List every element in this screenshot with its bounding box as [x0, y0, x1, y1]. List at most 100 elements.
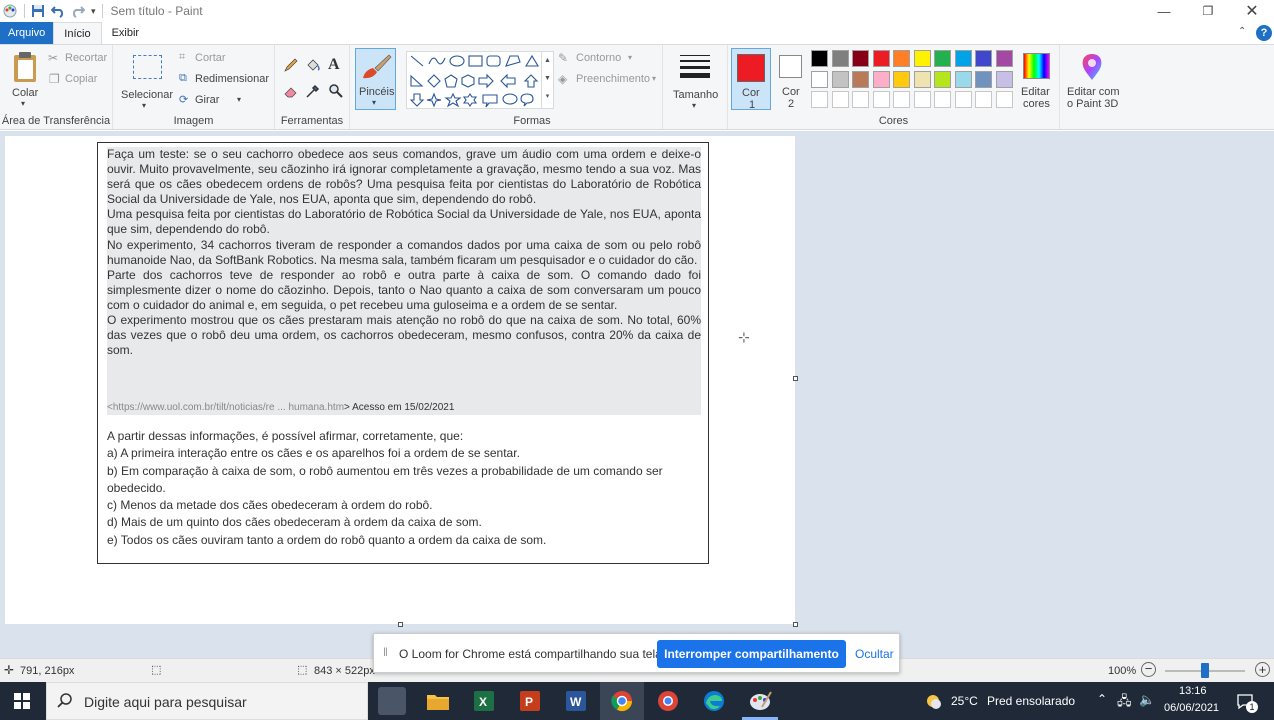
palette-color-swatch[interactable] — [913, 50, 931, 67]
size-button[interactable]: Tamanho ▾ — [668, 49, 722, 111]
start-button[interactable] — [0, 682, 46, 720]
palette-color-swatch[interactable] — [831, 50, 849, 67]
scissors-icon: ✂ — [48, 51, 59, 65]
color-palette — [811, 50, 1016, 110]
passage-paragraph: Faça um teste: se o seu cachorro obedece… — [107, 147, 701, 207]
palette-color-swatch[interactable] — [975, 50, 992, 67]
text-tool-icon[interactable]: A — [328, 56, 340, 74]
paint-taskbar-icon[interactable] — [746, 687, 774, 715]
zoom-in-button[interactable]: + — [1255, 662, 1270, 677]
palette-color-swatch[interactable] — [852, 70, 869, 88]
palette-color-swatch[interactable] — [893, 70, 910, 88]
crop-button[interactable]: ⌗ Cortar — [179, 51, 269, 67]
palette-color-swatch[interactable] — [954, 70, 972, 88]
palette-color-swatch[interactable] — [934, 50, 951, 67]
palette-color-swatch[interactable] — [934, 91, 951, 108]
palette-color-swatch[interactable] — [811, 70, 828, 88]
copy-button[interactable]: ❐ Copiar — [48, 72, 110, 88]
palette-color-swatch[interactable] — [852, 91, 869, 108]
minimize-button[interactable]: — — [1142, 0, 1186, 22]
palette-color-swatch[interactable] — [893, 50, 910, 67]
select-button[interactable]: Selecionar ▾ — [119, 49, 175, 111]
palette-color-swatch[interactable] — [913, 91, 931, 108]
zoom-out-button[interactable]: − — [1141, 662, 1156, 677]
taskbar-search-box[interactable]: Digite aqui para pesquisar — [46, 682, 368, 720]
palette-color-swatch[interactable] — [831, 91, 849, 108]
palette-color-swatch[interactable] — [954, 91, 972, 108]
weather-description[interactable]: Pred ensolarado — [987, 694, 1075, 708]
shapes-scrollbar[interactable]: ▲ ▼ ▾ — [541, 52, 553, 108]
resize-handle-corner[interactable] — [793, 622, 798, 627]
fill-button[interactable]: ◈ Preenchimento ▾ — [558, 72, 658, 88]
edit-colors-button[interactable]: Editar cores — [1017, 48, 1057, 110]
tab-file[interactable]: Arquivo — [0, 22, 54, 44]
paste-button[interactable]: Colar ▾ — [6, 49, 44, 109]
magnifier-icon[interactable] — [328, 83, 344, 99]
color-picker-icon[interactable] — [305, 83, 321, 99]
outline-button[interactable]: ✎ Contorno ▾ — [558, 51, 658, 67]
file-explorer-icon[interactable] — [424, 687, 452, 715]
rotate-dropdown-icon: ▾ — [237, 95, 242, 104]
edit-paint3d-button[interactable]: Editar com o Paint 3D — [1062, 48, 1122, 110]
zoom-level: 100% — [1108, 665, 1137, 677]
word-icon[interactable]: W — [562, 687, 590, 715]
weather-temperature[interactable]: 25°C — [951, 694, 978, 708]
palette-color-swatch[interactable] — [872, 70, 890, 88]
chrome-icon[interactable] — [608, 687, 636, 715]
palette-color-swatch[interactable] — [872, 50, 890, 67]
palette-color-swatch[interactable] — [913, 70, 931, 88]
pasted-image[interactable]: Faça um teste: se o seu cachorro obedece… — [97, 142, 709, 564]
rotate-button[interactable]: ⟳ Girar ▾ — [179, 93, 269, 109]
tab-home[interactable]: Início — [53, 22, 102, 44]
palette-color-swatch[interactable] — [934, 70, 951, 88]
stop-sharing-button[interactable]: Interromper compartilhamento — [657, 640, 846, 668]
collapse-ribbon-icon[interactable]: ⌃ — [1238, 26, 1246, 37]
powerpoint-icon[interactable]: P — [516, 687, 544, 715]
color1-button[interactable]: Cor 1 — [731, 48, 771, 111]
eraser-icon[interactable] — [283, 83, 299, 99]
resize-button[interactable]: ⧉ Redimensionar — [179, 72, 273, 88]
resize-handle-bottom[interactable] — [398, 622, 403, 627]
tab-view[interactable]: Exibir — [102, 22, 150, 44]
color2-button[interactable]: Cor 2 — [774, 48, 808, 110]
close-button[interactable]: ✕ — [1230, 0, 1274, 22]
canvas-size-icon: ⬚ — [297, 664, 308, 676]
taskbar-app-photos-icon[interactable] — [378, 687, 406, 715]
palette-color-swatch[interactable] — [954, 50, 972, 67]
cut-button[interactable]: ✂ Recortar — [48, 51, 110, 67]
chrome-profile-icon[interactable] — [654, 687, 682, 715]
palette-color-swatch[interactable] — [995, 70, 1013, 88]
volume-icon[interactable]: 🔈 — [1139, 692, 1155, 708]
network-icon[interactable]: 🖧 — [1117, 692, 1132, 714]
palette-color-swatch[interactable] — [831, 70, 849, 88]
hide-button[interactable]: Ocultar — [855, 647, 894, 661]
drag-handle-icon[interactable]: ‖ — [383, 645, 388, 659]
clock-time[interactable]: 13:16 — [1179, 685, 1207, 697]
maximize-button[interactable]: ❐ — [1186, 0, 1230, 22]
passage-paragraph: Parte dos cachorros teve de responder ao… — [107, 267, 701, 312]
resize-handle-right[interactable] — [793, 376, 798, 381]
excel-icon[interactable]: X — [470, 687, 498, 715]
palette-color-swatch[interactable] — [811, 50, 828, 67]
clock-date[interactable]: 06/06/2021 — [1164, 702, 1219, 714]
palette-color-swatch[interactable] — [995, 91, 1013, 108]
palette-color-swatch[interactable] — [811, 91, 828, 108]
undo-icon[interactable] — [51, 4, 65, 18]
palette-color-swatch[interactable] — [975, 91, 992, 108]
fill-bucket-icon[interactable] — [305, 57, 321, 73]
pencil-icon[interactable] — [283, 57, 299, 73]
palette-color-swatch[interactable] — [872, 91, 890, 108]
brushes-button[interactable]: Pincéis ▾ — [355, 48, 396, 110]
customize-quick-access-icon[interactable]: ▾ — [91, 6, 96, 17]
tray-chevron-up-icon[interactable]: ⌃ — [1097, 692, 1107, 706]
redo-icon[interactable] — [71, 4, 85, 18]
save-icon[interactable] — [31, 4, 45, 18]
palette-color-swatch[interactable] — [852, 50, 869, 67]
palette-color-swatch[interactable] — [975, 70, 992, 88]
palette-color-swatch[interactable] — [893, 91, 910, 108]
edge-icon[interactable] — [700, 687, 728, 715]
zoom-slider-thumb[interactable] — [1201, 663, 1209, 678]
help-icon[interactable]: ? — [1256, 25, 1272, 41]
palette-color-swatch[interactable] — [995, 50, 1013, 67]
shapes-gallery[interactable]: ▲ ▼ ▾ — [406, 51, 554, 109]
